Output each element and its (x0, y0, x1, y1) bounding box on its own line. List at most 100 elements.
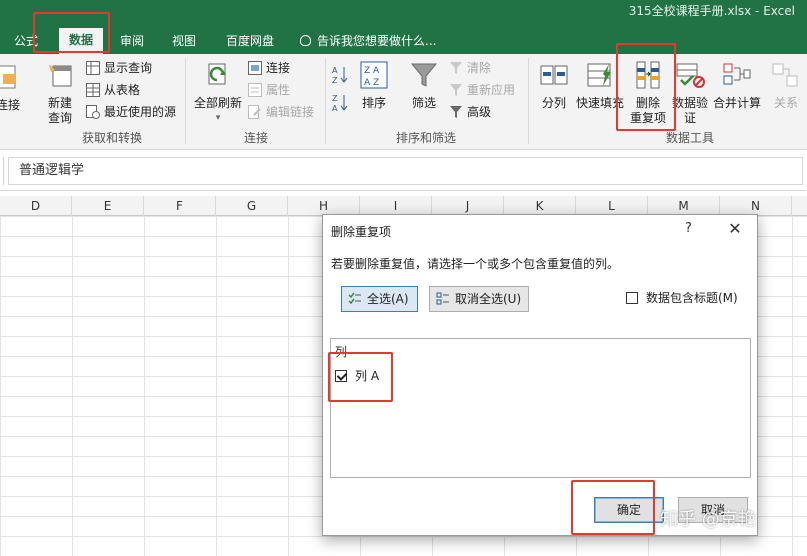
column-header-g[interactable]: G (216, 196, 288, 216)
remove-duplicates-dialog: 删除重复项 ? ✕ 若要删除重复值，请选择一个或多个包含重复值的列。 全选(A)… (322, 214, 758, 536)
connections-label: 连接 (266, 61, 291, 75)
refresh-icon (208, 63, 226, 85)
group-label-connections: 连接 (244, 131, 269, 145)
remove-duplicates-icon (636, 61, 660, 89)
group-label-data-tools: 数据工具 (666, 131, 715, 145)
column-header-h[interactable]: H (288, 196, 360, 216)
column-header-i[interactable]: I (360, 196, 432, 216)
dialog-description: 若要删除重复值，请选择一个或多个包含重复值的列。 (331, 257, 620, 271)
data-validation-button[interactable]: 数据验 证 (670, 60, 710, 126)
flash-fill-icon (587, 63, 611, 87)
reapply-button[interactable]: 重新应用 (449, 80, 515, 100)
ribbon-separator (185, 58, 186, 144)
tab-review[interactable]: 审阅 (112, 30, 152, 52)
title-bar: 315全校课程手册.xlsx - Excel 公式 数据 审阅 视图 百度网盘 … (0, 0, 807, 54)
show-queries-button[interactable]: 显示查询 (86, 58, 152, 78)
dialog-title: 删除重复项 (331, 225, 392, 239)
formula-input[interactable]: 普通逻辑学 (8, 157, 803, 185)
tell-me-label: 告诉我您想要做什么... (317, 34, 437, 48)
column-header-n[interactable]: N (720, 196, 792, 216)
advanced-filter-icon (450, 106, 462, 118)
tab-baidu-netdisk[interactable]: 百度网盘 (218, 30, 282, 52)
tab-view[interactable]: 视图 (164, 30, 204, 52)
properties-icon (248, 83, 262, 97)
tell-me-box[interactable]: 告诉我您想要做什么... (300, 30, 436, 52)
my-data-has-headers-checkbox[interactable]: 数据包含标题(M) (626, 288, 738, 308)
sort-az-button[interactable]: AZ (332, 64, 352, 85)
formula-bar: 普通逻辑学 (0, 151, 807, 191)
close-button[interactable]: ✕ (721, 217, 749, 241)
column-header-d[interactable]: D (0, 196, 72, 216)
filter-button[interactable]: 筛选 (406, 60, 442, 111)
consolidate-button[interactable]: 合并计算 (710, 60, 764, 111)
ok-button[interactable]: 确定 (594, 497, 664, 523)
properties-button[interactable]: 属性 (248, 80, 290, 100)
column-header-e[interactable]: E (72, 196, 144, 216)
ribbon-separator (325, 58, 326, 144)
columns-list-header: 列 (335, 345, 348, 359)
tab-formulas[interactable]: 公式 (6, 30, 46, 52)
sort-za-button[interactable]: ZA (332, 92, 352, 113)
svg-text:Z: Z (332, 94, 338, 103)
reapply-label: 重新应用 (467, 83, 516, 97)
checkbox-unchecked[interactable] (626, 292, 638, 304)
checkbox-checked[interactable] (335, 370, 347, 382)
svg-text:Z: Z (332, 76, 338, 85)
clear-label: 清除 (467, 61, 492, 75)
column-header-k[interactable]: K (504, 196, 576, 216)
relationships-label: 关系 (773, 96, 798, 110)
unselect-all-button[interactable]: 取消全选(U) (429, 286, 529, 312)
checklist-icon (348, 292, 361, 305)
columns-list: 列 列 A (330, 338, 751, 478)
advanced-filter-button[interactable]: 高级 (449, 102, 491, 122)
existing-connections-label: 连接 (0, 98, 20, 112)
clear-button[interactable]: 清除 (449, 58, 491, 78)
existing-connections-button[interactable]: 连接 (0, 62, 28, 113)
recent-sources-button[interactable]: 最近使用的源 (86, 102, 176, 122)
formula-bar-divider (0, 157, 4, 185)
recent-sources-label: 最近使用的源 (104, 105, 177, 119)
sort-ascending-icon: AZ (332, 66, 348, 85)
column-header-j[interactable]: J (432, 196, 504, 216)
remove-duplicates-button[interactable]: 删除 重复项 (628, 60, 668, 126)
new-query-button[interactable]: 新建 查询 (40, 60, 80, 126)
properties-label: 属性 (266, 83, 291, 97)
text-to-columns-icon (540, 65, 568, 85)
text-to-columns-button[interactable]: 分列 (536, 60, 572, 111)
window-title: 315全校课程手册.xlsx - Excel (628, 4, 795, 18)
column-header-l[interactable]: L (576, 196, 648, 216)
tab-data[interactable]: 数据 (59, 28, 103, 54)
refresh-all-button[interactable]: 全部刷新 ▾ (192, 60, 244, 126)
refresh-all-label: 全部刷新 (193, 96, 242, 110)
sort-descending-icon: ZA (332, 94, 348, 113)
sort-button[interactable]: Z A A Z 排序 (356, 60, 392, 111)
connections-icon (0, 65, 16, 89)
sort-dialog-icon: Z A A Z (360, 61, 388, 89)
select-all-button[interactable]: 全选(A) (341, 286, 418, 312)
flash-fill-button[interactable]: 快速填充 (574, 60, 626, 111)
connections-button[interactable]: 连接 (248, 58, 290, 78)
relationships-icon (772, 63, 798, 87)
new-query-label-1: 新建 (47, 96, 72, 110)
flash-fill-label: 快速填充 (575, 96, 624, 110)
help-button[interactable]: ? (685, 221, 692, 236)
from-table-button[interactable]: 从表格 (86, 80, 140, 100)
column-a-checkbox[interactable]: 列 A (335, 366, 379, 386)
edit-links-button[interactable]: 编辑链接 (248, 102, 314, 122)
sort-label: 排序 (361, 96, 386, 110)
svg-text:A Z: A Z (364, 78, 379, 88)
column-header-m[interactable]: M (648, 196, 720, 216)
filter-label: 筛选 (411, 96, 436, 110)
clear-filter-icon (450, 62, 462, 74)
from-table-label: 从表格 (104, 83, 141, 97)
select-all-label: 全选(A) (367, 292, 409, 306)
column-header-f[interactable]: F (144, 196, 216, 216)
data-validation-label-1: 数据验 (671, 96, 708, 110)
dropdown-arrow-icon: ▾ (215, 113, 221, 123)
text-to-columns-label: 分列 (541, 96, 566, 110)
watermark: 知乎 @京艳 (660, 509, 756, 530)
svg-text:A: A (332, 104, 338, 113)
relationships-button[interactable]: 关系 (766, 60, 806, 111)
column-a-label: 列 A (355, 369, 380, 383)
svg-text:A: A (332, 66, 338, 75)
